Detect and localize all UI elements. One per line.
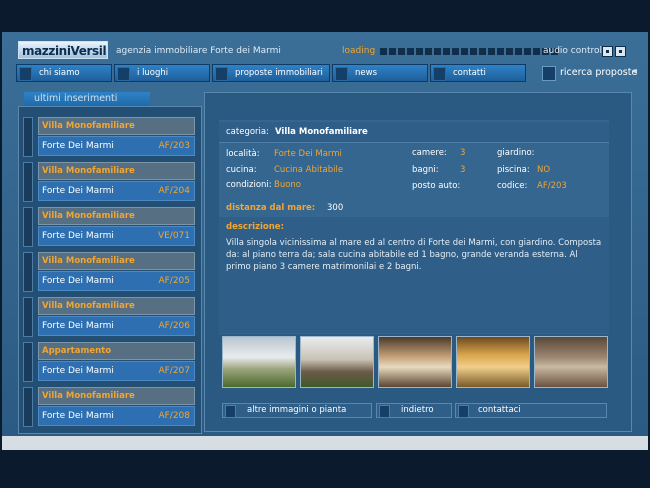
list-item[interactable]: Villa Monofamiliare Forte Dei Marmi VE/07… [23,207,195,247]
audio-control-label: audio control [543,46,602,56]
nav-square-icon [215,67,228,81]
photo-thumbnail-1[interactable] [222,336,296,388]
nav-i-luoghi[interactable]: i luoghi [114,64,210,82]
search-proposals-link[interactable]: ricerca proposte [560,67,637,78]
loading-bar [380,48,558,55]
listing-location: Forte Dei Marmi [42,276,114,286]
bathrooms-value: 3 [460,165,466,175]
listing-code: VE/071 [157,231,190,241]
location-label: località: [226,149,260,159]
listing-type: Villa Monofamiliare [38,207,195,225]
search-square-icon[interactable] [542,66,556,81]
nav-label: news [355,68,377,78]
contact-button[interactable]: contattaci [455,403,607,418]
listing-code: AF/206 [158,321,190,331]
listing-type: Villa Monofamiliare [38,117,195,135]
description-box [219,217,609,333]
list-item[interactable]: Appartamento Forte Dei Marmi AF/207 [23,342,195,382]
tagline: agenzia immobiliare Forte dei Marmi [116,46,281,56]
description-label: descrizione: [226,222,284,232]
code-label: codice: [497,181,528,191]
listing-code: AF/208 [158,411,190,421]
square-icon [379,405,390,418]
description-text: Villa singola vicinissima al mare ed al … [226,238,602,272]
sea-distance-value: 300 [327,203,344,213]
sea-distance-label: distanza dal mare: [226,203,316,213]
list-item[interactable]: Villa Monofamiliare Forte Dei Marmi AF/20… [23,162,195,202]
kitchen-value: Cucina Abitabile [274,165,344,175]
latest-listings-panel: Villa Monofamiliare Forte Dei Marmi AF/20… [18,106,202,434]
list-item[interactable]: Villa Monofamiliare Forte Dei Marmi AF/20… [23,387,195,427]
photo-thumbnail-4[interactable] [456,336,530,388]
nav-square-icon [335,67,348,81]
more-images-button[interactable]: altre immagini o pianta [222,403,372,418]
loading-label: loading [342,46,376,56]
rooms-value: 3 [460,148,466,158]
listing-type: Villa Monofamiliare [38,297,195,315]
photo-thumbnail-3[interactable] [378,336,452,388]
listing-type: Villa Monofamiliare [38,162,195,180]
listing-location: Forte Dei Marmi [42,141,114,151]
bathrooms-label: bagni: [412,165,439,175]
list-item[interactable]: Villa Monofamiliare Forte Dei Marmi AF/20… [23,252,195,292]
listing-location: Forte Dei Marmi [42,366,114,376]
code-value: AF/203 [537,181,567,191]
sidebar-title: ultimi inserimenti [24,92,150,106]
back-button[interactable]: indietro [376,403,452,418]
listing-code: AF/205 [158,276,190,286]
logo: mazziniVersilia [18,41,108,59]
nav-square-icon [19,67,32,81]
square-icon [458,405,469,418]
listing-code: AF/207 [158,366,190,376]
nav-news[interactable]: news [332,64,428,82]
photo-thumbnail-2[interactable] [300,336,374,388]
kitchen-label: cucina: [226,165,257,175]
listing-location: Forte Dei Marmi [42,186,114,196]
nav-proposte-immobiliari[interactable]: proposte immobiliari [212,64,330,82]
nav-label: contatti [453,68,486,78]
listing-code: AF/204 [158,186,190,196]
photo-thumbnail-5[interactable] [534,336,608,388]
list-item[interactable]: Villa Monofamiliare Forte Dei Marmi AF/20… [23,117,195,157]
pool-label: piscina: [497,165,530,175]
listing-location: Forte Dei Marmi [42,231,114,241]
audio-play-button[interactable] [602,46,613,57]
listing-type: Villa Monofamiliare [38,387,195,405]
speaker-icon: ◂ [632,66,638,77]
parking-label: posto auto: [412,181,461,191]
listing-type: Villa Monofamiliare [38,252,195,270]
list-item[interactable]: Villa Monofamiliare Forte Dei Marmi AF/20… [23,297,195,337]
condition-value: Buono [274,180,302,190]
garden-label: giardino: [497,148,535,158]
listing-location: Forte Dei Marmi [42,321,114,331]
location-value: Forte Dei Marmi [274,149,342,159]
nav-label: proposte immobiliari [235,68,323,78]
audio-stop-button[interactable] [615,46,626,57]
condition-label: condizioni: [226,180,272,190]
listing-location: Forte Dei Marmi [42,411,114,421]
nav-label: i luoghi [137,68,169,78]
category-label: categoria: [226,127,269,137]
nav-chi-siamo[interactable]: chi siamo [16,64,112,82]
category-value: Villa Monofamiliare [275,127,368,137]
bottom-strip [2,436,648,450]
nav-square-icon [117,67,130,81]
nav-contatti[interactable]: contatti [430,64,526,82]
rooms-label: camere: [412,148,447,158]
nav-square-icon [433,67,446,81]
listing-type: Appartamento [38,342,195,360]
pool-value: NO [537,165,551,175]
nav-label: chi siamo [39,68,80,78]
square-icon [225,405,236,418]
listing-code: AF/203 [158,141,190,151]
